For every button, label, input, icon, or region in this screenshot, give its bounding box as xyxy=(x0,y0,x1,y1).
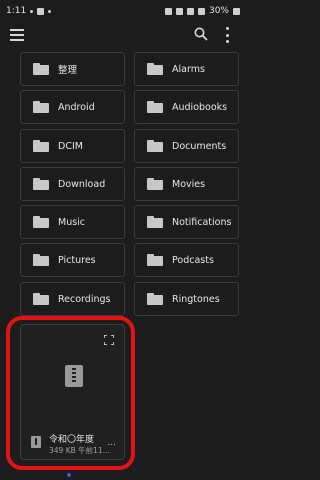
dot-icon xyxy=(48,9,52,13)
folder-label: Documents xyxy=(172,140,227,152)
scroll-indicator xyxy=(67,473,71,477)
battery-level: 30% xyxy=(208,6,229,16)
folder-icon xyxy=(147,140,163,152)
folder-item[interactable]: DCIM xyxy=(20,129,125,163)
folder-item[interactable]: Podcasts xyxy=(134,243,239,277)
signal-icon xyxy=(197,7,205,15)
folder-icon xyxy=(33,140,49,152)
folder-label: Pictures xyxy=(58,254,96,266)
folder-item[interactable]: Download xyxy=(20,167,125,201)
folder-item[interactable]: Notifications xyxy=(134,205,239,239)
folder-icon xyxy=(33,178,49,190)
folder-icon xyxy=(33,101,49,113)
folder-icon xyxy=(33,216,49,228)
folder-item[interactable]: Alarms xyxy=(134,52,239,86)
folder-item[interactable]: Android xyxy=(20,90,125,124)
mute-icon xyxy=(175,7,183,15)
folder-item[interactable]: Music xyxy=(20,205,125,239)
battery-icon xyxy=(233,7,240,15)
folder-icon xyxy=(147,216,163,228)
folder-label: Notifications xyxy=(172,216,232,228)
folder-item[interactable]: Movies xyxy=(134,167,239,201)
folder-label: Recordings xyxy=(58,293,111,305)
folder-label: Alarms xyxy=(172,63,205,75)
more-vert-icon[interactable] xyxy=(224,27,230,43)
folder-icon xyxy=(147,101,163,113)
hamburger-menu-icon[interactable] xyxy=(10,29,24,41)
folder-label: 整理 xyxy=(58,65,78,76)
folder-label: Download xyxy=(58,178,106,190)
notification-icon xyxy=(30,9,34,13)
folder-icon xyxy=(147,63,163,75)
toolbar xyxy=(0,22,246,48)
folder-item[interactable]: Ringtones xyxy=(134,282,239,316)
highlight-outline xyxy=(6,316,135,470)
folder-label: Music xyxy=(58,216,86,228)
status-time: 1:11 xyxy=(6,6,27,16)
folder-item[interactable]: Recordings xyxy=(20,282,125,316)
gallery-icon xyxy=(37,7,45,15)
folder-icon xyxy=(33,293,49,305)
wifi-icon xyxy=(186,7,194,15)
alarm-icon xyxy=(164,7,172,15)
folder-label: Ringtones xyxy=(172,293,220,305)
folder-label: Podcasts xyxy=(172,254,214,266)
folder-label: DCIM xyxy=(58,140,83,152)
folder-item[interactable]: 整理 xyxy=(20,52,125,86)
folder-icon xyxy=(33,254,49,266)
folder-icon xyxy=(147,293,163,305)
folder-item[interactable]: Documents xyxy=(134,129,239,163)
folder-icon xyxy=(147,254,163,266)
folder-label: Android xyxy=(58,101,95,113)
folder-item[interactable]: Audiobooks xyxy=(134,90,239,124)
search-icon[interactable] xyxy=(194,27,208,41)
folder-label: Audiobooks xyxy=(172,101,228,113)
folder-icon xyxy=(33,63,49,75)
folder-icon xyxy=(147,178,163,190)
folder-item[interactable]: Pictures xyxy=(20,243,125,277)
status-bar: 1:11 30% xyxy=(0,0,246,22)
folder-label: Movies xyxy=(172,178,206,190)
